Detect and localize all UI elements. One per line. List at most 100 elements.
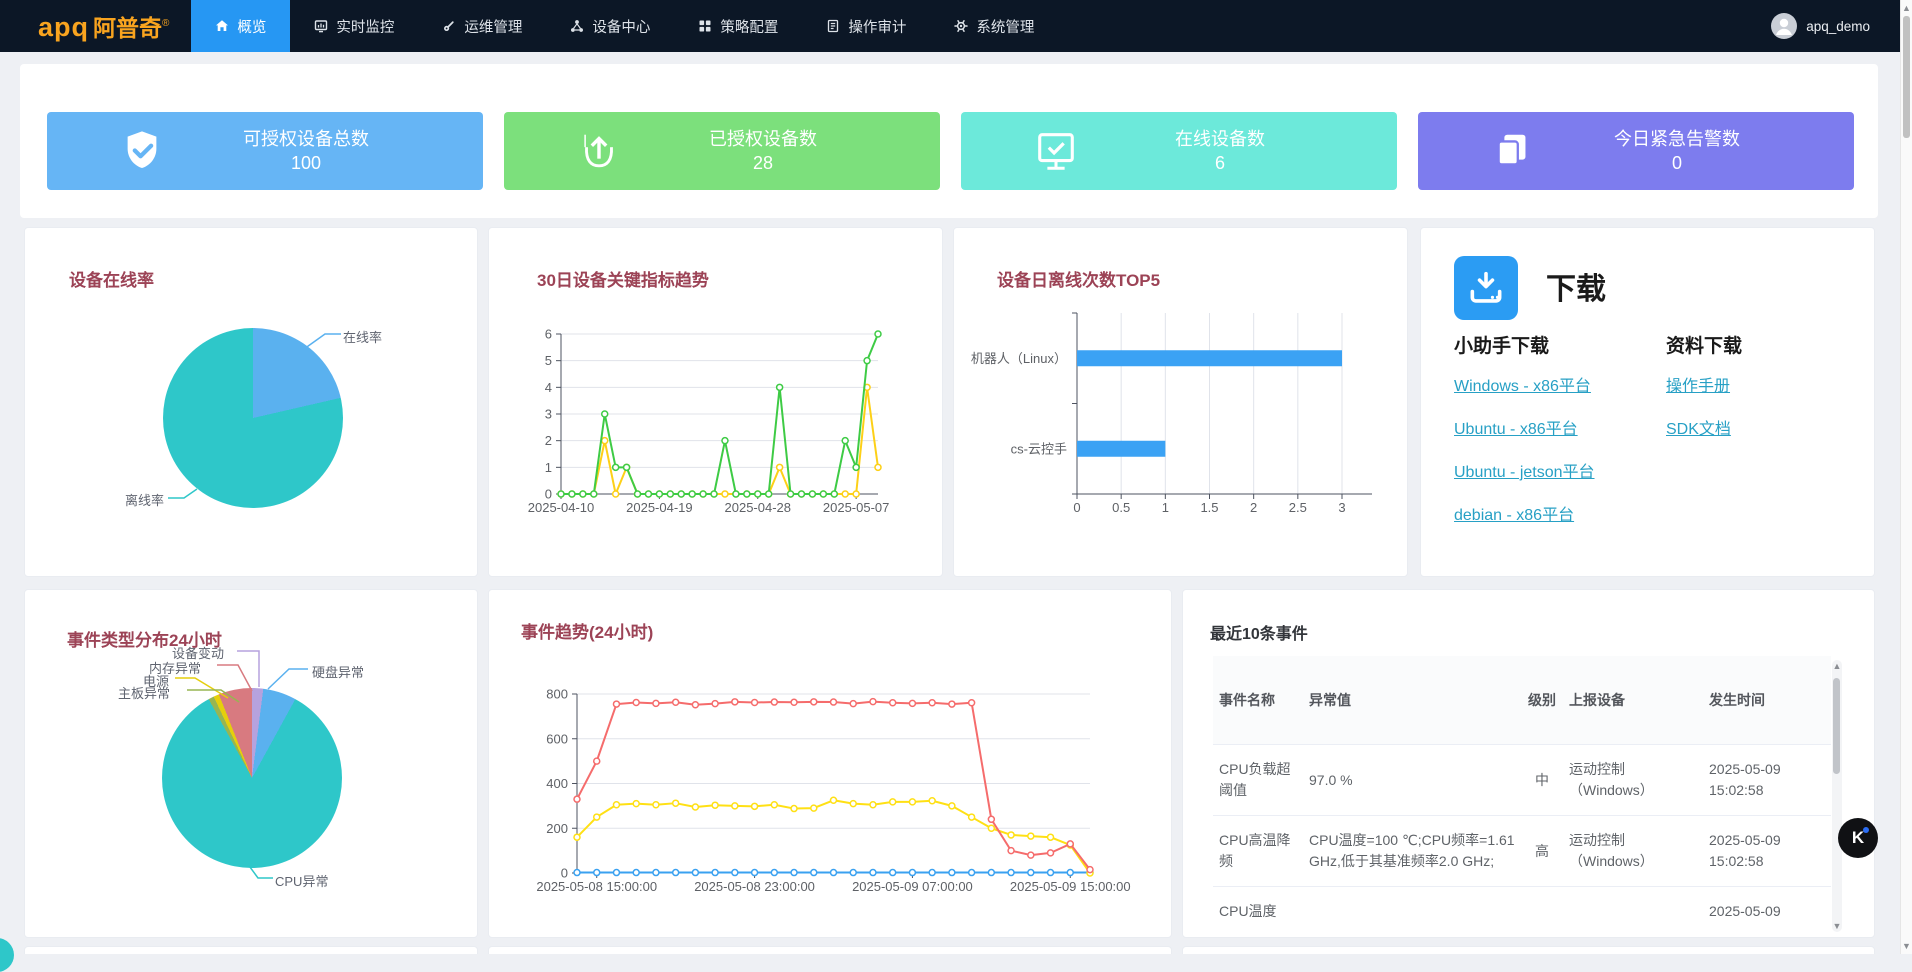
menu-item-label: 设备中心 — [592, 16, 650, 37]
corner-pie-fragment — [0, 938, 14, 972]
svg-text:2.5: 2.5 — [1289, 500, 1307, 515]
stat-card-value: 28 — [622, 151, 904, 175]
page-scrollbar-thumb[interactable] — [1903, 16, 1910, 138]
event-types-pie[interactable] — [162, 688, 342, 868]
leader-line-device-change — [237, 651, 259, 687]
download-heading: 小助手下载 — [1454, 331, 1664, 358]
menu-item-label: 策略配置 — [720, 16, 778, 37]
stat-card-label: 可授权设备总数 — [165, 127, 447, 151]
monitor-icon — [314, 19, 328, 33]
event-cell: 2025-05-09 15:02:58 — [1703, 745, 1831, 816]
svg-text:cs-云控手: cs-云控手 — [1011, 441, 1067, 456]
audit-icon — [826, 19, 840, 33]
download-icon[interactable] — [1454, 256, 1518, 320]
menu-item-0[interactable]: 概览 — [191, 0, 290, 52]
notification-dot — [1863, 827, 1869, 833]
table-column-header: 级别 — [1521, 656, 1563, 745]
scroll-up-icon[interactable]: ▲ — [1901, 2, 1912, 14]
app-logo[interactable]: apq 阿普奇 ® — [38, 9, 169, 43]
scroll-down-icon[interactable]: ▼ — [1901, 940, 1912, 952]
event-cell — [1521, 887, 1563, 937]
event-cell: 中 — [1521, 745, 1563, 816]
menu-item-1[interactable]: 实时监控 — [290, 0, 418, 52]
scroll-up-icon[interactable]: ▲ — [1832, 660, 1842, 672]
download-link[interactable]: debian - x86平台 — [1454, 501, 1664, 525]
download-link[interactable]: 操作手册 — [1666, 372, 1875, 396]
table-scrollbar[interactable]: ▲ ▼ — [1832, 660, 1842, 932]
svg-text:2025-05-07: 2025-05-07 — [823, 500, 890, 515]
event-cell: 运动控制（Windows） — [1563, 816, 1703, 887]
svg-text:2025-04-10: 2025-04-10 — [528, 500, 595, 515]
next-row-panel-sliver — [24, 946, 478, 954]
menu-item-6[interactable]: 系统管理 — [930, 0, 1058, 52]
svg-text:0.5: 0.5 — [1112, 500, 1130, 515]
table-column-header: 事件名称 — [1213, 656, 1303, 745]
table-column-header: 发生时间 — [1703, 656, 1831, 745]
user-info[interactable]: apq_demo — [1771, 13, 1870, 39]
pie-label-online: 在线率 — [343, 327, 382, 346]
svg-text:2025-05-08 23:00:00: 2025-05-08 23:00:00 — [694, 879, 815, 894]
download-link[interactable]: SDK文档 — [1666, 415, 1875, 439]
leader-line-offline — [168, 489, 197, 498]
svg-text:1: 1 — [1162, 500, 1169, 515]
logo-cn-text: 阿普奇 — [93, 9, 162, 43]
panel-download: 下载 小助手下载 Windows - x86平台 Ubuntu - x86平台 Ubu… — [1420, 227, 1875, 577]
event-cell: CPU负载超阈值 — [1213, 745, 1303, 816]
download-arrow-icon — [1463, 265, 1509, 311]
panel-title: 设备在线率 — [69, 266, 154, 291]
svg-text:3: 3 — [1338, 500, 1345, 515]
svg-text:1.5: 1.5 — [1200, 500, 1218, 515]
menu-item-4[interactable]: 策略配置 — [674, 0, 802, 52]
stat-card-0: 可授权设备总数100 — [47, 112, 483, 190]
svg-text:2: 2 — [1250, 500, 1257, 515]
svg-text:2025-05-08 15:00:00: 2025-05-08 15:00:00 — [536, 879, 657, 894]
menu-item-label: 系统管理 — [976, 16, 1034, 37]
event-cell: 2025-05-09 15:02:58 — [1703, 816, 1831, 887]
svg-text:600: 600 — [546, 731, 568, 746]
stat-cards-container: 可授权设备总数100已授权设备数28在线设备数6今日紧急告警数0 — [20, 64, 1878, 218]
page-scrollbar[interactable]: ▲ ▼ — [1900, 0, 1912, 954]
offline-top5-bar-chart[interactable]: 00.511.522.53机器人（Linux）cs-云控手 — [954, 228, 1408, 577]
svg-text:2025-04-28: 2025-04-28 — [725, 500, 792, 515]
event-cell — [1563, 887, 1703, 937]
svg-text:2: 2 — [545, 433, 552, 448]
download-link[interactable]: Windows - x86平台 — [1454, 372, 1664, 396]
main-menu: 概览实时监控 运维管理 设备中心 策略配置 操作审计 系统管理 — [191, 0, 1058, 52]
event-trend-line-chart[interactable]: 02004006008002025-05-08 15:00:002025-05-… — [489, 590, 1172, 938]
download-title: 下载 — [1546, 264, 1606, 308]
pie-label-mainboard: 主板异常 — [118, 683, 170, 702]
online-rate-pie[interactable] — [163, 328, 343, 508]
svg-text:4: 4 — [545, 380, 552, 395]
download-section-assistant: 小助手下载 Windows - x86平台 Ubuntu - x86平台 Ubuntu… — [1454, 331, 1664, 544]
menu-item-5[interactable]: 操作审计 — [802, 0, 930, 52]
grid-icon — [698, 19, 712, 33]
panel-30day-trend: 30日设备关键指标趋势 01234562025-04-102025-04-192… — [488, 227, 943, 577]
svg-text:2025-05-09 07:00:00: 2025-05-09 07:00:00 — [852, 879, 973, 894]
menu-item-label: 运维管理 — [464, 16, 522, 37]
download-link[interactable]: Ubuntu - x86平台 — [1454, 415, 1664, 439]
menu-item-2[interactable]: 运维管理 — [418, 0, 546, 52]
panel-device-online-rate: 设备在线率 在线率 离线率 — [24, 227, 478, 577]
menu-item-3[interactable]: 设备中心 — [546, 0, 674, 52]
table-column-header: 上报设备 — [1563, 656, 1703, 745]
panel-title: 最近10条事件 — [1210, 620, 1308, 644]
event-row: CPU温度 2025-05-09 — [1213, 887, 1831, 937]
panel-recent-events: 最近10条事件 事件名称异常值级别上报设备发生时间 CPU负载超阈值97.0 %… — [1182, 589, 1875, 938]
trend30-line-chart[interactable]: 01234562025-04-102025-04-192025-04-28202… — [489, 228, 943, 577]
avatar — [1771, 13, 1797, 39]
table-column-header: 异常值 — [1303, 656, 1521, 745]
svg-text:5: 5 — [545, 353, 552, 368]
download-section-docs: 资料下载操作手册SDK文档 — [1666, 331, 1875, 458]
scroll-down-icon[interactable]: ▼ — [1832, 920, 1842, 932]
table-scrollbar-thumb[interactable] — [1833, 678, 1840, 774]
event-cell: CPU高温降频 — [1213, 816, 1303, 887]
panel-event-trend: 事件趋势(24小时) 02004006008002025-05-08 15:00… — [488, 589, 1172, 938]
nodes-icon — [570, 19, 584, 33]
download-link[interactable]: Ubuntu - jetson平台 — [1454, 458, 1664, 482]
stat-card-label: 已授权设备数 — [622, 127, 904, 151]
event-cell: CPU温度 — [1213, 887, 1303, 937]
stat-card-3: 今日紧急告警数0 — [1418, 112, 1854, 190]
event-cell: 2025-05-09 — [1703, 887, 1831, 937]
assistant-floating-button[interactable]: K — [1838, 818, 1878, 858]
svg-text:0: 0 — [1073, 500, 1080, 515]
